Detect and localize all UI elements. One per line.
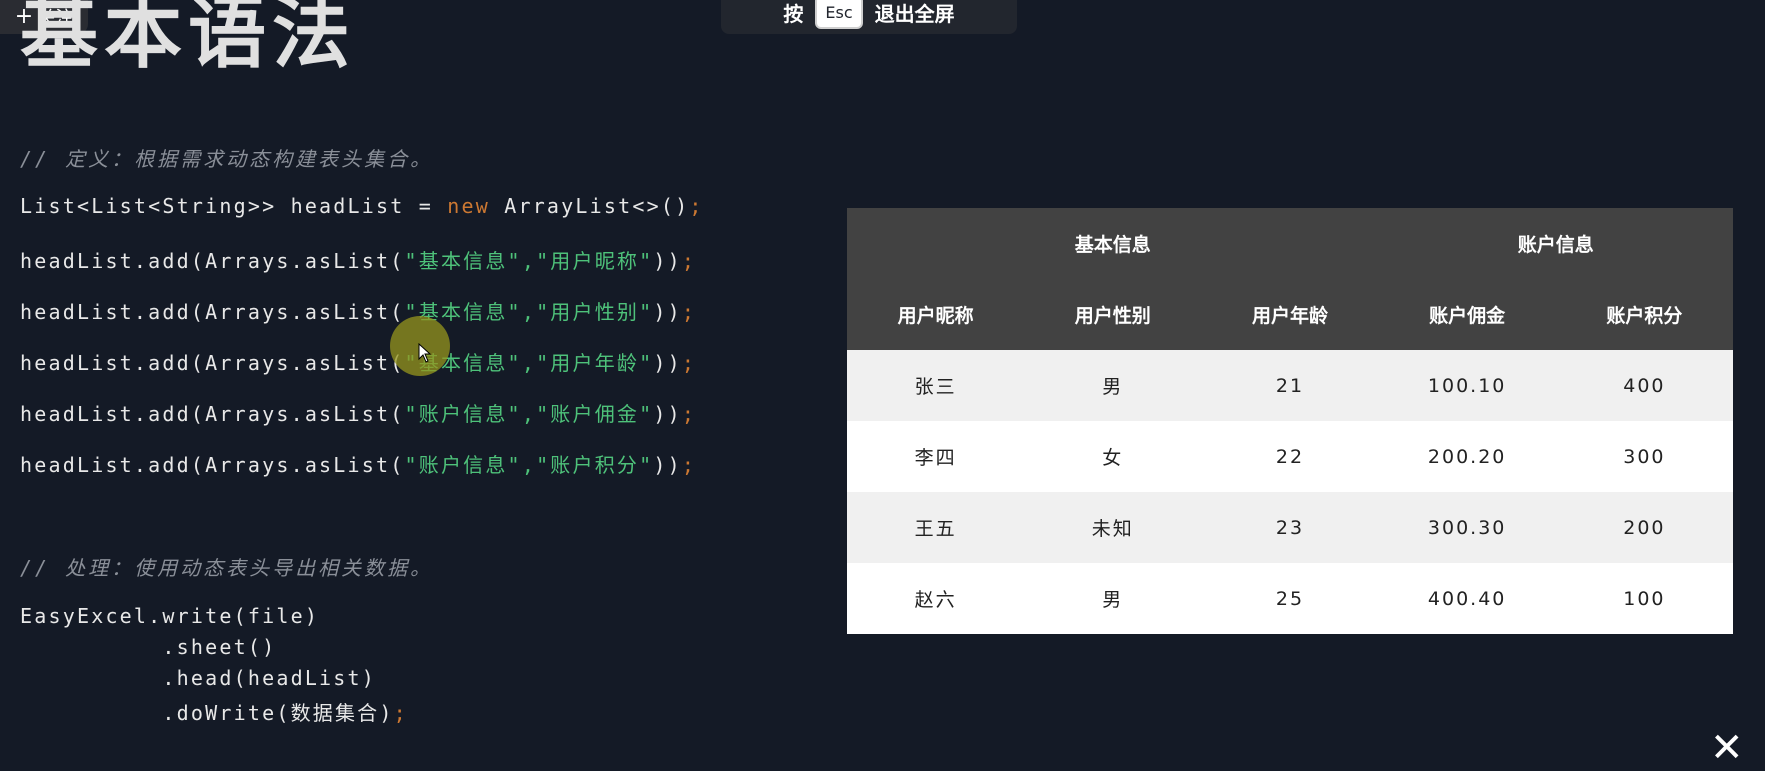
- code-text: ArrayList<>(): [489, 194, 690, 218]
- code-string: "用户年龄": [536, 351, 654, 375]
- table-row: 王五 未知 23 300.30 200: [847, 492, 1733, 563]
- code-line-add: headList.add(Arrays.asList("账户信息","账户积分"…: [20, 449, 696, 478]
- table-row: 赵六 男 25 400.40 100: [847, 563, 1733, 634]
- code-keyword: new: [447, 194, 490, 218]
- group-header-account: 账户信息: [1378, 208, 1733, 279]
- code-semicolon: ;: [681, 402, 697, 426]
- column-header: 用户昵称: [847, 279, 1025, 350]
- table-cell: 400: [1555, 350, 1733, 421]
- code-line-write: EasyExcel.write(file): [20, 604, 319, 628]
- code-line-decl: List<List<String>> headList = new ArrayL…: [20, 194, 704, 218]
- code-string: "基本信息": [404, 249, 522, 273]
- code-text: )): [653, 453, 682, 477]
- code-semicolon: ;: [681, 249, 697, 273]
- code-separator: ,: [521, 249, 537, 273]
- code-line-add: headList.add(Arrays.asList("基本信息","用户性别"…: [20, 296, 696, 325]
- fullscreen-exit-hint: 按 Esc 退出全屏: [721, 0, 1017, 34]
- column-header: 用户年龄: [1201, 279, 1379, 350]
- table-row: 张三 男 21 100.10 400: [847, 350, 1733, 421]
- table-cell: 赵六: [847, 563, 1025, 634]
- esc-hint-prefix: 按: [783, 1, 804, 26]
- table-row: 李四 女 22 200.20 300: [847, 421, 1733, 492]
- code-string: "用户性别": [536, 300, 654, 324]
- code-comment-process: // 处理：使用动态表头导出相关数据。: [20, 556, 434, 580]
- table-cell: 200.20: [1378, 421, 1556, 492]
- code-string: "账户信息": [404, 402, 522, 426]
- code-line-sheet: .sheet(): [20, 635, 276, 659]
- code-line-add: headList.add(Arrays.asList("基本信息","用户年龄"…: [20, 347, 696, 376]
- code-text: )): [653, 402, 682, 426]
- code-text: .sheet(): [20, 635, 277, 659]
- table-cell: 张三: [847, 350, 1025, 421]
- table-cell: 100.10: [1378, 350, 1556, 421]
- close-icon[interactable]: ✕: [1710, 728, 1744, 768]
- table-cell: 100: [1555, 563, 1733, 634]
- code-text: )): [653, 249, 682, 273]
- code-string: "用户昵称": [536, 249, 654, 273]
- table-cell: 男: [1024, 350, 1202, 421]
- code-text: .doWrite(数据集合): [20, 701, 394, 725]
- code-text: .head(headList): [20, 666, 377, 690]
- column-header: 账户积分: [1555, 279, 1733, 350]
- code-string: "账户积分": [536, 453, 654, 477]
- code-separator: ,: [521, 453, 537, 477]
- code-string: "账户信息": [404, 453, 522, 477]
- table-cell: 200: [1555, 492, 1733, 563]
- table-cell: 未知: [1024, 492, 1202, 563]
- code-line-head: .head(headList): [20, 666, 376, 690]
- code-separator: ,: [521, 300, 537, 324]
- code-semicolon: ;: [689, 194, 704, 218]
- table-cell: 21: [1201, 350, 1379, 421]
- code-text: EasyExcel.write(file): [20, 604, 320, 628]
- table-cell: 300.30: [1378, 492, 1556, 563]
- code-text: headList.add(Arrays.asList(: [20, 453, 405, 477]
- code-text: headList.add(Arrays.asList(: [20, 300, 405, 324]
- table-cell: 女: [1024, 421, 1202, 492]
- table-cell: 李四: [847, 421, 1025, 492]
- table-cell: 300: [1555, 421, 1733, 492]
- code-text: headList.add(Arrays.asList(: [20, 249, 405, 273]
- table-cell: 22: [1201, 421, 1379, 492]
- column-header-row: 用户昵称 用户性别 用户年龄 账户佣金 账户积分: [847, 279, 1733, 350]
- esc-hint-suffix: 退出全屏: [874, 1, 955, 26]
- cursor-icon: [418, 343, 432, 363]
- group-header-basic: 基本信息: [847, 208, 1379, 279]
- table-cell: 23: [1201, 492, 1379, 563]
- code-text: List<List<String>> headList =: [20, 194, 448, 218]
- group-header-row: 基本信息 账户信息: [847, 208, 1733, 279]
- esc-key-badge: Esc: [815, 0, 863, 29]
- page-title: 基本语法: [20, 0, 357, 79]
- code-semicolon: ;: [681, 300, 697, 324]
- code-comment-define: // 定义：根据需求动态构建表头集合。: [20, 147, 434, 171]
- code-text: )): [653, 351, 682, 375]
- code-semicolon: ;: [393, 701, 408, 725]
- code-line-add: headList.add(Arrays.asList("账户信息","账户佣金"…: [20, 398, 696, 427]
- result-table: 基本信息 账户信息 用户昵称 用户性别 用户年龄 账户佣金 账户积分 张三 男 …: [847, 208, 1733, 634]
- table-cell: 400.40: [1378, 563, 1556, 634]
- code-text: headList.add(Arrays.asList(: [20, 351, 405, 375]
- code-line-dowrite: .doWrite(数据集合);: [20, 697, 408, 726]
- code-string: "账户佣金": [536, 402, 654, 426]
- column-header: 用户性别: [1024, 279, 1202, 350]
- code-semicolon: ;: [681, 351, 697, 375]
- code-text: )): [653, 300, 682, 324]
- table-cell: 王五: [847, 492, 1025, 563]
- code-separator: ,: [521, 402, 537, 426]
- code-separator: ,: [521, 351, 537, 375]
- column-header: 账户佣金: [1378, 279, 1556, 350]
- code-line-add: headList.add(Arrays.asList("基本信息","用户昵称"…: [20, 245, 696, 274]
- table-cell: 25: [1201, 563, 1379, 634]
- code-semicolon: ;: [681, 453, 697, 477]
- code-text: headList.add(Arrays.asList(: [20, 402, 405, 426]
- table-cell: 男: [1024, 563, 1202, 634]
